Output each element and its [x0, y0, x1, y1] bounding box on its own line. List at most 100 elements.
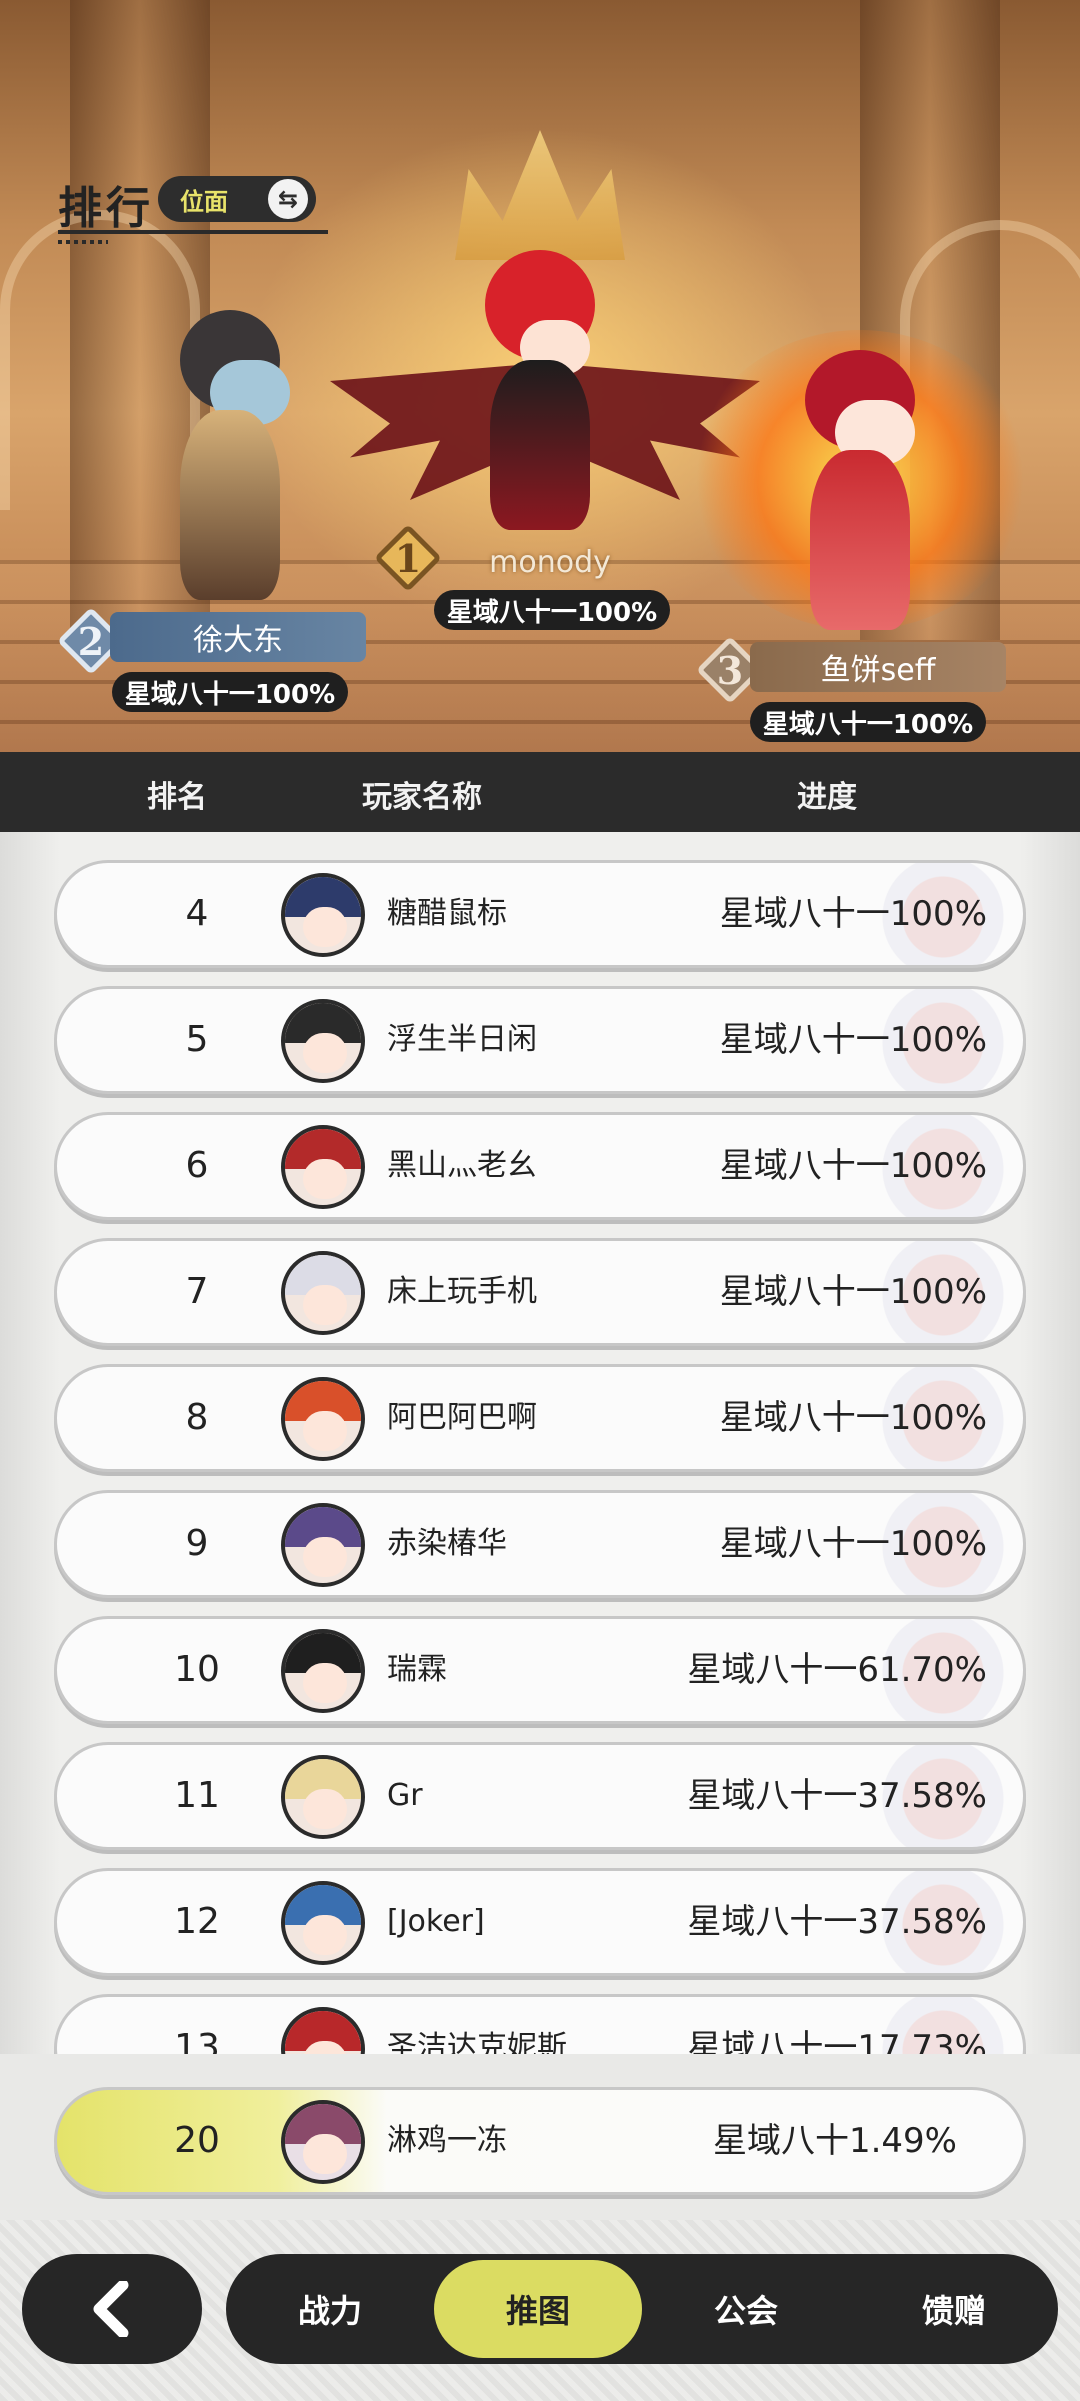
player-avatar[interactable]	[281, 999, 365, 1083]
row-progress: 星域八十一61.70%	[687, 1650, 987, 1690]
row-progress: 星域八十一17.73%	[687, 2028, 987, 2054]
row-player-name: [Joker]	[387, 1904, 485, 1939]
ranking-list-rows: 4 糖醋鼠标 星域八十一100% 5 浮生半日闲 星域八十一100% 6 黑山灬老幺 星域八十一…	[54, 860, 1026, 2054]
player-avatar[interactable]	[281, 873, 365, 957]
avatar-face	[303, 2134, 347, 2174]
row-player-name: 黑山灬老幺	[387, 1148, 537, 1183]
player-avatar[interactable]	[281, 2007, 365, 2054]
rank-3-character[interactable]	[790, 340, 930, 640]
row-rank: 9	[185, 1523, 209, 1564]
avatar-face	[303, 1915, 347, 1955]
row-rank: 12	[174, 1901, 220, 1942]
table-header: 排名 玩家名称 进度	[0, 752, 1080, 832]
table-row[interactable]: 11 Gr 星域八十一37.58%	[54, 1742, 1026, 1850]
row-player-name: 糖醋鼠标	[387, 896, 507, 931]
tab-stage-progress[interactable]: 推图	[434, 2260, 642, 2358]
row-rank: 6	[185, 1145, 209, 1186]
row-rank: 8	[185, 1397, 209, 1438]
column-progress: 进度	[797, 780, 857, 815]
title-dots	[58, 240, 108, 244]
title-underline	[58, 230, 328, 234]
character-hair	[485, 250, 595, 375]
character-body	[810, 450, 910, 630]
row-progress: 星域八十一37.58%	[687, 1776, 987, 1816]
row-player-name: 床上玩手机	[387, 1274, 537, 1309]
table-row[interactable]: 4 糖醋鼠标 星域八十一100%	[54, 860, 1026, 968]
row-progress: 星域八十一100%	[719, 1524, 987, 1564]
rank-1-name: monody	[489, 544, 611, 580]
player-avatar[interactable]	[281, 1881, 365, 1965]
rank-2-progress: 星域八十一100%	[112, 672, 348, 712]
row-player-name: Gr	[387, 1778, 423, 1813]
scope-switch-button[interactable]: 位面 ⇆	[158, 176, 316, 222]
row-rank: 13	[174, 2027, 220, 2054]
column-player-name: 玩家名称	[362, 780, 482, 815]
table-row[interactable]: 8 阿巴阿巴啊 星域八十一100%	[54, 1364, 1026, 1472]
column-rank: 排名	[147, 780, 207, 815]
avatar-face	[303, 1411, 347, 1451]
scope-label: 位面	[180, 187, 228, 216]
rank-1-progress: 星域八十一100%	[434, 590, 670, 630]
row-rank: 7	[185, 1271, 209, 1312]
player-avatar[interactable]	[281, 1377, 365, 1461]
row-player-name: 浮生半日闲	[387, 1022, 537, 1057]
row-progress: 星域八十一100%	[719, 1146, 987, 1186]
row-player-name: 瑞霖	[387, 1652, 447, 1687]
my-rank: 20	[174, 2120, 220, 2161]
row-player-name: 圣洁达克妮斯	[387, 2030, 567, 2054]
rank-3-progress: 星域八十一100%	[750, 702, 986, 742]
rank-1-character[interactable]	[470, 230, 610, 530]
row-progress: 星域八十一100%	[719, 1020, 987, 1060]
row-progress: 星域八十一100%	[719, 1272, 987, 1312]
character-body	[490, 360, 590, 530]
table-row[interactable]: 5 浮生半日闲 星域八十一100%	[54, 986, 1026, 1094]
table-row[interactable]: 9 赤染椿华 星域八十一100%	[54, 1490, 1026, 1598]
avatar-face	[303, 1789, 347, 1829]
player-avatar[interactable]	[281, 1125, 365, 1209]
row-rank: 5	[185, 1019, 209, 1060]
tab-guild[interactable]: 公会	[642, 2260, 850, 2358]
podium-banner: 排行 位面 ⇆ 1 monody 星域八十一100% 2 徐大东 星域八十一10…	[0, 0, 1080, 752]
tab-gifts[interactable]: 馈赠	[850, 2260, 1058, 2358]
table-row[interactable]: 13 圣洁达克妮斯 星域八十一17.73%	[54, 1994, 1026, 2054]
page-title-group: 排行	[58, 172, 328, 244]
back-arrow-icon	[93, 2281, 129, 2337]
character-hair	[180, 310, 290, 425]
tab-combat-power[interactable]: 战力	[226, 2260, 434, 2358]
player-avatar[interactable]	[281, 1503, 365, 1587]
player-avatar[interactable]	[281, 1755, 365, 1839]
row-progress: 星域八十一100%	[719, 1398, 987, 1438]
row-rank: 4	[185, 893, 209, 934]
bottom-navigation: 战力 推图 公会 馈赠	[0, 2220, 1080, 2401]
rank-1-number: 1	[394, 535, 422, 581]
rank-2-number: 2	[77, 618, 105, 664]
player-avatar[interactable]	[281, 1251, 365, 1335]
my-ranking-row[interactable]: 20 淋鸡一冻 星域八十1.49%	[54, 2087, 1026, 2195]
player-avatar[interactable]	[281, 1629, 365, 1713]
avatar-face	[303, 1159, 347, 1199]
my-player-name: 淋鸡一冻	[387, 2123, 507, 2158]
row-rank: 11	[174, 1775, 220, 1816]
my-avatar[interactable]	[281, 2100, 365, 2184]
row-progress: 星域八十一37.58%	[687, 1902, 987, 1942]
table-row[interactable]: 12 [Joker] 星域八十一37.58%	[54, 1868, 1026, 1976]
ranking-tabs: 战力 推图 公会 馈赠	[226, 2254, 1058, 2364]
table-row[interactable]: 6 黑山灬老幺 星域八十一100%	[54, 1112, 1026, 1220]
table-row[interactable]: 7 床上玩手机 星域八十一100%	[54, 1238, 1026, 1346]
rank-2-character[interactable]	[160, 300, 300, 610]
ranking-list[interactable]: 4 糖醋鼠标 星域八十一100% 5 浮生半日闲 星域八十一100% 6 黑山灬老幺 星域八十一…	[0, 832, 1080, 2054]
avatar-face	[303, 1285, 347, 1325]
avatar-face	[303, 1663, 347, 1703]
row-rank: 10	[174, 1649, 220, 1690]
character-hair	[805, 350, 915, 465]
rank-2-name: 徐大东	[110, 612, 366, 662]
rank-3-name: 鱼饼seff	[750, 642, 1006, 692]
back-button[interactable]	[22, 2254, 202, 2364]
avatar-face	[303, 907, 347, 947]
row-player-name: 阿巴阿巴啊	[387, 1400, 537, 1435]
table-row[interactable]: 10 瑞霖 星域八十一61.70%	[54, 1616, 1026, 1724]
page-title: 排行	[58, 183, 154, 234]
swap-icon: ⇆	[268, 179, 308, 219]
my-progress: 星域八十1.49%	[712, 2121, 957, 2161]
row-progress: 星域八十一100%	[719, 894, 987, 934]
